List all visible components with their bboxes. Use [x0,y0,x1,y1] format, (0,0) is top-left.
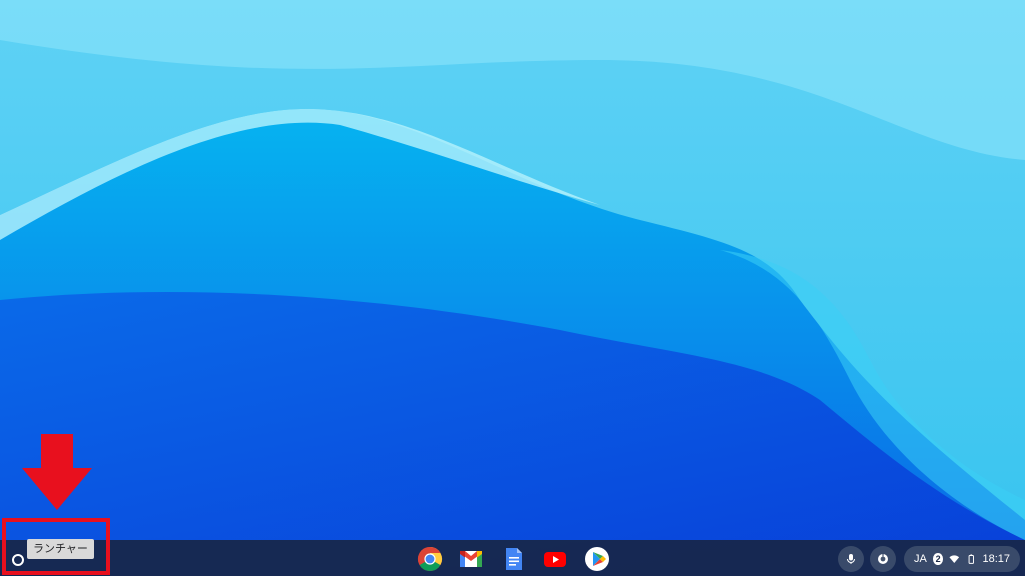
shelf-app-chrome[interactable] [416,545,444,573]
microphone-icon [847,554,855,564]
shelf-app-docs[interactable] [499,545,527,573]
shelf-app-play-store[interactable] [583,545,611,573]
play-store-icon [585,547,609,571]
chrome-icon [417,547,443,572]
docs-icon [506,548,522,570]
notification-badge: 2 [932,553,944,565]
accessibility-icon [878,554,888,564]
launcher-icon [12,554,24,566]
wallpaper-waves [0,0,1025,576]
battery-icon [968,554,974,564]
ime-indicator: JA [914,553,927,565]
shelf-app-youtube[interactable] [541,545,569,573]
desktop-wallpaper [0,0,1025,576]
clock: 18:17 [982,553,1011,565]
shelf-app-gmail[interactable] [457,545,485,573]
status-area[interactable]: JA 2 18:17 [904,546,1020,572]
microphone-button[interactable] [838,546,864,572]
gmail-icon [460,551,482,567]
select-to-speak-button[interactable] [870,546,896,572]
youtube-icon [544,552,566,567]
down-arrow-icon [22,434,92,510]
wifi-icon [949,555,960,563]
launcher-button[interactable] [7,549,29,571]
launcher-tooltip: ランチャー [27,539,94,559]
